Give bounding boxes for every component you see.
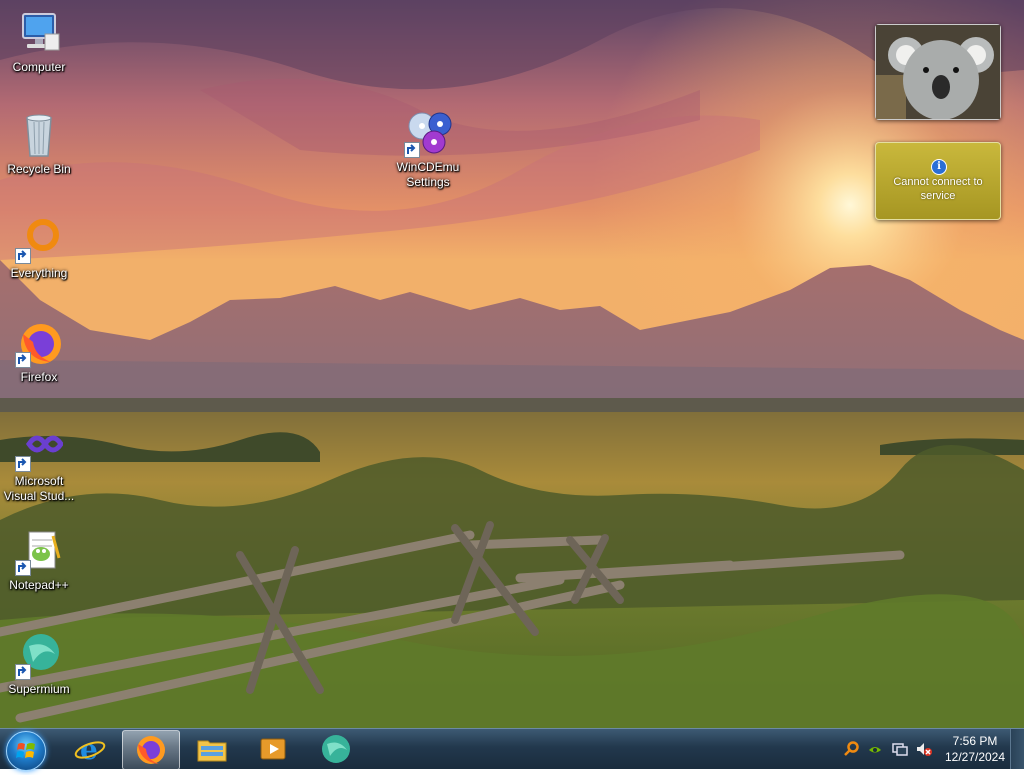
folder-icon: [197, 740, 227, 762]
desktop-icon-label: Computer: [12, 60, 66, 74]
windows-logo-icon: [16, 743, 35, 758]
computer-icon: [15, 10, 63, 58]
info-icon: i: [931, 159, 947, 175]
visual-studio-icon: [15, 424, 65, 472]
taskbar-firefox[interactable]: [122, 730, 180, 770]
desktop-icon-everything[interactable]: Everything: [1, 216, 77, 281]
desktop-icon-computer[interactable]: Computer: [1, 10, 77, 75]
shortcut-arrow-icon: [404, 142, 420, 158]
shortcut-arrow-icon: [15, 248, 31, 264]
weather-gadget[interactable]: i Cannot connect to service: [875, 142, 1001, 220]
clock-date: 12/27/2024: [944, 750, 1006, 764]
desktop-icon-label: Microsoft Visual Stud...: [3, 474, 75, 503]
desktop-icon-visual-studio[interactable]: Microsoft Visual Stud...: [1, 424, 77, 504]
shortcut-arrow-icon: [15, 664, 31, 680]
desktop-icon-supermium[interactable]: Supermium: [1, 632, 77, 697]
desktop-icon-notepad-plus-plus[interactable]: Notepad++: [1, 528, 77, 593]
taskbar-media-player[interactable]: [245, 730, 301, 768]
desktop-icon-recycle-bin[interactable]: Recycle Bin: [1, 112, 77, 177]
taskbar-supermium[interactable]: [308, 730, 364, 768]
taskbar-clock[interactable]: 7:56 PM 12/27/2024: [940, 733, 1010, 765]
notepad-plus-plus-icon: [15, 528, 63, 576]
clock-time: 7:56 PM: [952, 734, 998, 748]
taskbar: e 7:56 PM 12/27/2024: [0, 728, 1024, 771]
slideshow-gadget[interactable]: [875, 24, 1001, 120]
show-desktop-button[interactable]: [1010, 729, 1024, 769]
cd-discs-icon: [404, 110, 452, 158]
taskbar-internet-explorer[interactable]: e: [62, 730, 118, 768]
media-player-icon: [260, 738, 286, 760]
weather-error-message: Cannot connect to service: [893, 176, 983, 202]
desktop-icon-label: Recycle Bin: [7, 162, 71, 176]
network-icon[interactable]: [892, 741, 908, 757]
desktop-icon-label: Supermium: [8, 682, 70, 696]
firefox-icon: [15, 320, 63, 368]
desktop-icon-label: WinCDEmu Settings: [396, 160, 460, 189]
shortcut-arrow-icon: [15, 352, 31, 368]
firefox-icon: [137, 736, 165, 764]
nvidia-icon[interactable]: [867, 741, 883, 757]
start-button[interactable]: [6, 731, 46, 771]
desktop-icon-wincdemu-settings[interactable]: WinCDEmu Settings: [390, 110, 466, 190]
supermium-icon: [322, 735, 350, 763]
taskbar-file-explorer[interactable]: [184, 730, 240, 768]
desktop-icon-label: Everything: [10, 266, 68, 280]
koala-photo: [876, 25, 1000, 120]
ie-icon: e: [74, 733, 106, 765]
svg-text:e: e: [80, 733, 98, 765]
desktop-icon-label: Notepad++: [9, 578, 69, 592]
desktop-icon-label: Firefox: [20, 370, 58, 384]
shortcut-arrow-icon: [15, 456, 31, 472]
volume-muted-icon[interactable]: [916, 741, 932, 757]
everything-icon: [15, 216, 63, 264]
recycle-bin-icon: [15, 112, 63, 160]
shortcut-arrow-icon: [15, 560, 31, 576]
supermium-icon: [15, 632, 63, 680]
search-icon[interactable]: [843, 741, 859, 757]
desktop-wallpaper: [0, 0, 1024, 728]
desktop-icon-firefox[interactable]: Firefox: [1, 320, 77, 385]
